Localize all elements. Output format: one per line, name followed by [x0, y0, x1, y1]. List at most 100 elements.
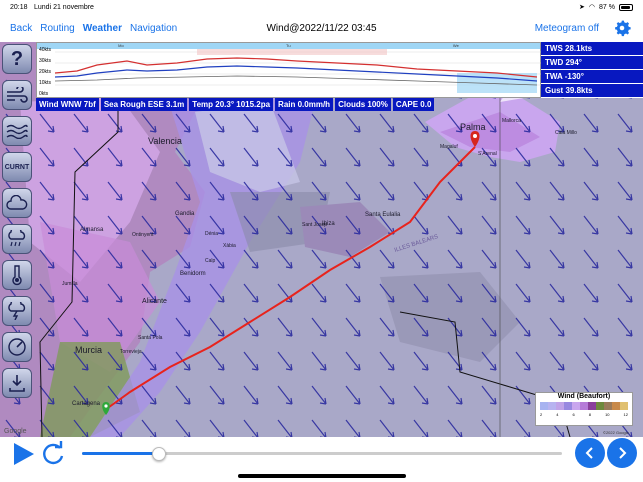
legend-swatch [580, 402, 588, 410]
legend-swatch [556, 402, 564, 410]
status-bar: 20:18 Lundi 21 novembre ➤ ◠ 87 % [0, 0, 643, 14]
info-wind: Wind WNW 7bf [36, 98, 99, 111]
twd-value: TWD 294° [541, 56, 643, 70]
chevron-right-icon [619, 447, 627, 459]
gust-value: Gust 39.8kts [541, 84, 643, 98]
next-button[interactable] [607, 438, 637, 468]
label-xabia: Xàbia [223, 243, 236, 249]
temperature-layer-button[interactable] [2, 260, 32, 290]
legend-swatch [572, 402, 580, 410]
label-gandia: Gandia [175, 211, 195, 217]
thermometer-icon [12, 265, 22, 286]
label-magaluf: Magaluf [440, 144, 458, 150]
info-temp: Temp 20.3° 1015.2pa [189, 98, 274, 111]
label-palma: Palma [460, 122, 486, 132]
wind-info-panel: TWS 28.1kts TWD 294° TWA -130° Gust 39.8… [541, 42, 643, 98]
label-calp: Calp [205, 258, 216, 264]
back-button[interactable]: Back [10, 23, 32, 34]
wind-icon [7, 87, 28, 103]
play-icon[interactable] [10, 441, 36, 467]
info-rain: Rain 0.0mm/h [275, 98, 334, 111]
clouds-layer-button[interactable] [2, 188, 32, 218]
chart-plot [54, 49, 542, 93]
tws-value: TWS 28.1kts [541, 42, 643, 56]
lightning-icon [8, 302, 26, 320]
legend-swatch [588, 402, 596, 410]
label-almansa: Almansa [80, 227, 104, 233]
legend-num-8: 8 [588, 412, 592, 417]
time-slider[interactable] [82, 447, 562, 461]
label-denia: Dénia [205, 231, 218, 237]
legend-swatch [596, 402, 604, 410]
tab-routing[interactable]: Routing [40, 23, 74, 34]
info-clouds: Clouds 100% [335, 98, 391, 111]
info-sea: Sea Rough ESE 3.1m [100, 98, 188, 111]
legend-swatch [564, 402, 572, 410]
meteogram-toggle-button[interactable]: Meteogram off [535, 23, 599, 34]
label-torrevieja: Torrevieja [120, 349, 142, 355]
question-icon: ? [10, 47, 24, 70]
wind-legend: Wind (Beaufort) 2 4 6 8 10 12 [535, 392, 633, 426]
tab-navigation[interactable]: Navigation [130, 23, 177, 34]
legend-num-2: 2 [540, 412, 543, 417]
weather-info-bar: Wind WNW 7bf Sea Rough ESE 3.1m Temp 20.… [36, 98, 435, 111]
pressure-layer-button[interactable] [2, 332, 32, 362]
battery-icon [619, 3, 633, 11]
slider-thumb[interactable] [151, 447, 166, 461]
label-cala-millo: Cala Millo [555, 130, 577, 136]
nav-bar: Back Routing Weather Navigation Wind@202… [0, 14, 643, 42]
label-s-arenal: S'Arenal [478, 151, 497, 157]
legend-swatch [620, 402, 628, 410]
label-benidorm: Benidorm [180, 271, 206, 277]
label-ontinyent: Ontinyent [132, 232, 154, 238]
legend-swatch [540, 402, 548, 410]
info-cape: CAPE 0.0 [392, 98, 435, 111]
label-santa-pola: Santa Pola [138, 335, 163, 341]
download-button[interactable] [2, 368, 32, 398]
status-time: 20:18 [10, 3, 28, 11]
legend-swatch [612, 402, 620, 410]
home-indicator [238, 474, 406, 478]
label-mallorca: Mallorca [502, 118, 521, 124]
previous-button[interactable] [575, 438, 605, 468]
legend-swatch [604, 402, 612, 410]
label-jumilla: Jumilla [62, 281, 78, 287]
gear-icon[interactable] [611, 17, 633, 39]
label-sant-josep: Sant Josep [302, 222, 327, 228]
storm-layer-button[interactable] [2, 296, 32, 326]
legend-num-10: 10 [605, 412, 610, 417]
current-layer-button[interactable]: CURNT [2, 152, 32, 182]
waves-layer-button[interactable] [2, 116, 32, 146]
legend-num-4: 4 [556, 412, 559, 417]
waves-icon [6, 124, 28, 139]
label-murcia: Murcia [75, 345, 102, 355]
location-icon: ➤ [579, 4, 585, 11]
download-icon [9, 375, 25, 392]
map-attribution: ©2022 Google [603, 430, 630, 435]
battery-percent: 87 % [599, 3, 615, 11]
legend-color-bar [540, 402, 628, 410]
legend-title: Wind (Beaufort) [557, 393, 611, 400]
help-button[interactable]: ? [2, 44, 32, 74]
google-logo: Google [4, 428, 27, 435]
gauge-icon [8, 338, 26, 356]
legend-swatch [548, 402, 556, 410]
cloud-icon [6, 195, 28, 210]
rain-layer-button[interactable] [2, 224, 32, 254]
label-cartagena: Cartagena [72, 401, 101, 407]
label-valencia: Valencia [148, 136, 182, 146]
refresh-icon[interactable] [40, 441, 66, 467]
label-santa-eulalia: Santa Eulalia [365, 212, 401, 218]
wifi-icon: ◠ [588, 4, 596, 11]
meteogram-chart[interactable]: Mo Tu We 40kts 30kts 20kts 10kts 0kts [36, 42, 542, 98]
label-alicante: Alicante [142, 298, 167, 305]
legend-num-12: 12 [623, 412, 628, 417]
wind-layer-button[interactable] [2, 80, 32, 110]
chevron-left-icon [585, 447, 593, 459]
legend-num-6: 6 [572, 412, 575, 417]
status-date: Lundi 21 novembre [34, 3, 94, 11]
tab-weather[interactable]: Weather [83, 23, 122, 34]
rain-icon [8, 230, 26, 247]
twa-value: TWA -130° [541, 70, 643, 84]
layer-sidebar: ? CURNT [2, 44, 34, 404]
